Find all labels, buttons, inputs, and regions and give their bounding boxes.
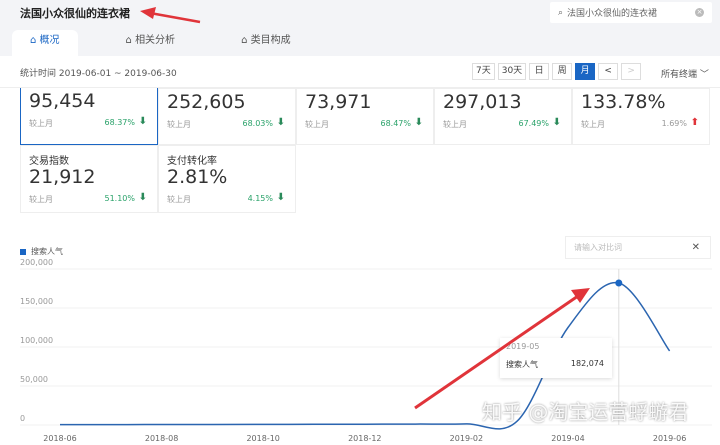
- prev-button[interactable]: <: [598, 63, 618, 80]
- tab-label: 概况: [40, 35, 60, 46]
- metric-card[interactable]: 252,605 较上月 68.03% ⬇: [158, 88, 296, 145]
- tab-category[interactable]: ⌂ 类目构成: [223, 30, 309, 56]
- y-tick-label: 0: [20, 414, 25, 423]
- metric-card[interactable]: 交易指数21,912 较上月 51.10% ⬇: [20, 145, 158, 213]
- search-icon: ⌕: [558, 8, 563, 18]
- compare-input[interactable]: 请输入对比词 ✕: [565, 236, 711, 259]
- tooltip-series: 搜索人气: [506, 359, 538, 370]
- btn-30days[interactable]: 30天: [498, 63, 526, 80]
- metric-value: 133.78%: [581, 91, 666, 113]
- tab-related-analysis[interactable]: ⌂ 相关分析: [108, 30, 194, 56]
- metric-change: 1.69%: [662, 119, 687, 128]
- metric-compare-label: 较上月: [167, 119, 191, 130]
- bag-icon: ⌂: [30, 35, 40, 46]
- tooltip-value: 182,074: [571, 359, 604, 368]
- arrow-up-icon: ⬆: [691, 117, 699, 128]
- metric-value: 2.81%: [167, 166, 227, 188]
- arrow-down-icon: ⬇: [277, 117, 285, 128]
- x-tick-label: 2019-02: [450, 434, 483, 443]
- metric-change: 68.47%: [380, 119, 411, 128]
- metric-value: 95,454: [29, 90, 95, 112]
- btn-7days[interactable]: 7天: [472, 63, 495, 80]
- x-tick-label: 2018-10: [246, 434, 279, 443]
- metric-name: 交易指数: [29, 152, 69, 167]
- compare-placeholder: 请输入对比词: [574, 243, 622, 252]
- arrow-down-icon: ⬇: [415, 117, 423, 128]
- arrow-down-icon: ⬇: [139, 192, 147, 203]
- arrow-down-icon: ⬇: [139, 116, 147, 127]
- data-point: [615, 279, 622, 286]
- x-tick-label: 2018-08: [145, 434, 178, 443]
- legend-label: 搜索人气: [31, 246, 63, 257]
- metric-card[interactable]: 133.78% 较上月 1.69% ⬆: [572, 88, 710, 145]
- btn-month[interactable]: 月: [575, 63, 595, 80]
- metric-change: 67.49%: [518, 119, 549, 128]
- metric-change: 4.15%: [248, 194, 273, 203]
- page-title: 法国小众很仙的连衣裙: [20, 5, 130, 21]
- clear-icon[interactable]: ×: [695, 8, 704, 17]
- metric-change: 68.03%: [242, 119, 273, 128]
- btn-week[interactable]: 周: [552, 63, 572, 80]
- date-range: 统计时间 2019-06-01 ~ 2019-06-30: [20, 66, 177, 79]
- tooltip-date: 2019-05: [506, 342, 539, 351]
- metric-compare-label: 较上月: [581, 119, 605, 130]
- y-tick-label: 150,000: [20, 297, 53, 306]
- arrow-down-icon: ⬇: [277, 192, 285, 203]
- btn-day[interactable]: 日: [529, 63, 549, 80]
- terminal-select[interactable]: 所有终端 ﹀: [661, 67, 709, 80]
- metric-change: 68.37%: [104, 118, 135, 127]
- tab-label: 相关分析: [135, 35, 175, 46]
- next-button[interactable]: >: [621, 63, 641, 80]
- chart-legend[interactable]: 搜索人气: [20, 246, 63, 257]
- metric-name: 支付转化率: [167, 152, 217, 167]
- metric-value: 252,605: [167, 91, 246, 113]
- date-row: 统计时间 2019-06-01 ~ 2019-06-30 7天 30天 日 周 …: [0, 56, 720, 88]
- metric-compare-label: 较上月: [305, 119, 329, 130]
- metric-card[interactable]: 支付转化率2.81% 较上月 4.15% ⬇: [158, 145, 296, 213]
- x-tick-label: 2019-06: [653, 434, 686, 443]
- watermark: 知乎 @淘宝运营蜉蝣君: [482, 396, 688, 425]
- y-tick-label: 200,000: [20, 258, 53, 267]
- x-tick-label: 2018-06: [43, 434, 76, 443]
- tab-overview[interactable]: ⌂ 概况: [12, 30, 78, 56]
- y-tick-label: 100,000: [20, 336, 53, 345]
- y-tick-label: 50,000: [20, 375, 48, 384]
- close-icon[interactable]: ✕: [692, 237, 700, 258]
- metric-card[interactable]: 95,454 较上月 68.37% ⬇: [20, 88, 158, 145]
- metric-value: 73,971: [305, 91, 371, 113]
- header-bar: 法国小众很仙的连衣裙 ⌕ 法国小众很仙的连衣裙 × ⌂ 概况 ⌂ 相关分析 ⌂ …: [0, 0, 720, 56]
- metric-compare-label: 较上月: [443, 119, 467, 130]
- x-tick-label: 2018-12: [348, 434, 381, 443]
- chart-tooltip: 2019-05 搜索人气 182,074: [500, 338, 612, 378]
- metric-card[interactable]: 297,013 较上月 67.49% ⬇: [434, 88, 572, 145]
- metric-card[interactable]: 73,971 较上月 68.47% ⬇: [296, 88, 434, 145]
- metric-value: 21,912: [29, 166, 95, 188]
- legend-swatch: [20, 249, 26, 255]
- arrow-down-icon: ⬇: [553, 117, 561, 128]
- arrow-head: [571, 288, 590, 303]
- metric-change: 51.10%: [104, 194, 135, 203]
- bag-icon: ⌂: [241, 35, 251, 46]
- metric-compare-label: 较上月: [29, 118, 53, 129]
- search-value: 法国小众很仙的连衣裙: [567, 6, 657, 19]
- tab-label: 类目构成: [251, 35, 291, 46]
- terminal-label: 所有终端: [661, 70, 697, 80]
- metric-value: 297,013: [443, 91, 522, 113]
- x-tick-label: 2019-04: [551, 434, 584, 443]
- metric-compare-label: 较上月: [29, 194, 53, 205]
- bag-icon: ⌂: [126, 35, 136, 46]
- metric-compare-label: 较上月: [167, 194, 191, 205]
- search-input[interactable]: ⌕ 法国小众很仙的连衣裙 ×: [550, 2, 712, 23]
